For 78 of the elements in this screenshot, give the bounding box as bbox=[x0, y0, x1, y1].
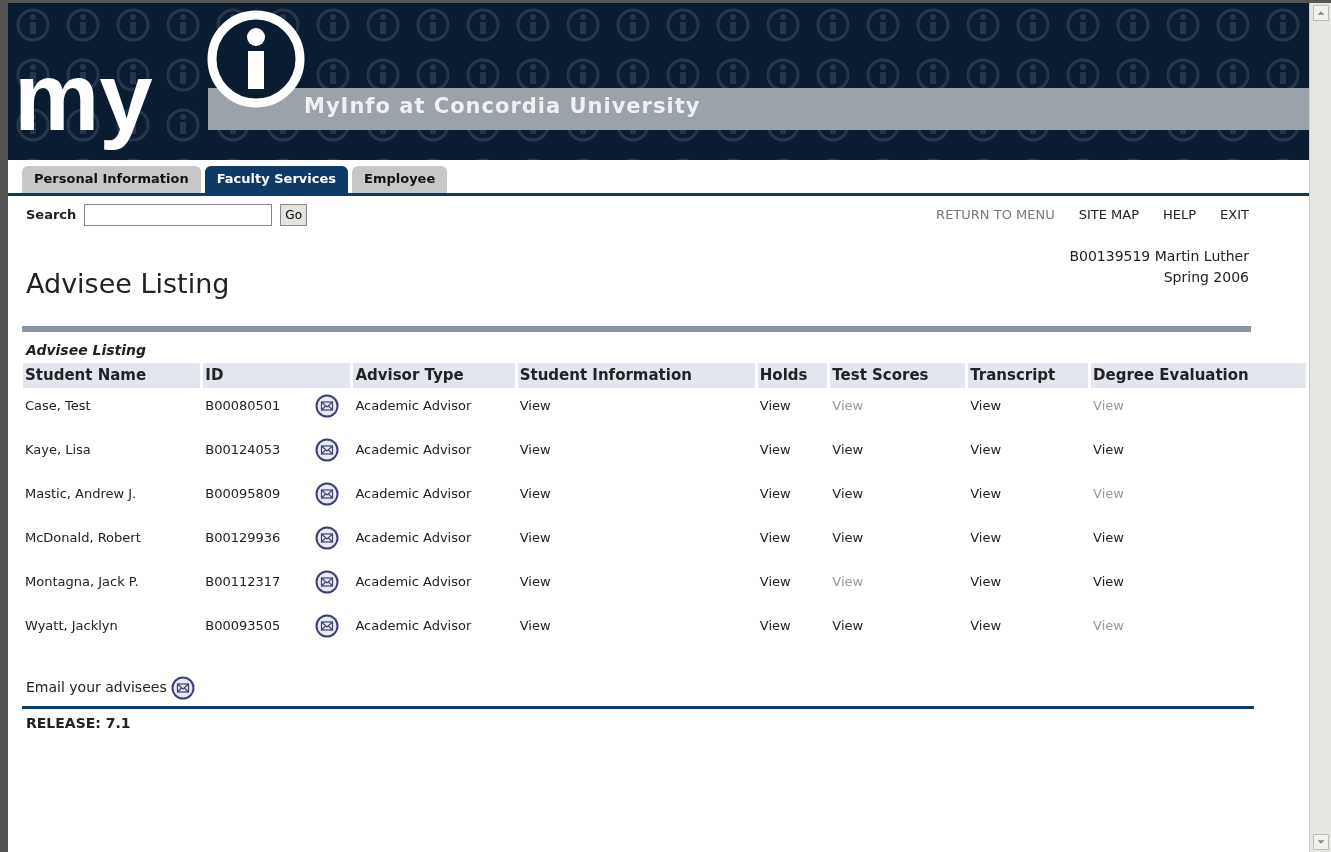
table-cell-text: Academic Advisor bbox=[354, 528, 473, 547]
view-link[interactable]: View bbox=[970, 573, 1002, 589]
table-cell-text: Academic Advisor bbox=[354, 440, 473, 459]
tab[interactable]: Personal Information bbox=[22, 166, 201, 193]
view-link[interactable]: View bbox=[519, 573, 551, 589]
view-link[interactable]: View bbox=[759, 573, 791, 589]
column-header: Student Name bbox=[23, 363, 201, 388]
view-link[interactable]: View bbox=[970, 485, 1002, 501]
tab[interactable]: Faculty Services bbox=[204, 166, 348, 193]
view-link[interactable]: View bbox=[1093, 529, 1124, 545]
view-link[interactable]: View bbox=[759, 529, 791, 545]
view-link[interactable]: View bbox=[970, 617, 1002, 633]
table-cell-text: McDonald, Robert bbox=[24, 528, 142, 547]
scroll-down-icon[interactable] bbox=[1312, 834, 1329, 850]
envelope-icon[interactable] bbox=[170, 675, 195, 700]
go-button[interactable]: Go bbox=[280, 203, 307, 226]
view-link[interactable]: View bbox=[519, 397, 551, 413]
table-cell-text: Academic Advisor bbox=[354, 616, 473, 635]
view-link[interactable]: View bbox=[970, 441, 1002, 457]
envelope-icon[interactable] bbox=[314, 613, 339, 638]
envelope-icon[interactable] bbox=[314, 525, 339, 550]
envelope-icon[interactable] bbox=[314, 393, 339, 418]
view-link[interactable]: View bbox=[519, 441, 551, 457]
view-link[interactable]: View bbox=[970, 529, 1002, 545]
search-label: Search bbox=[26, 205, 77, 224]
table-cell-text: B00129936 bbox=[204, 528, 282, 547]
view-link[interactable]: View bbox=[759, 485, 791, 501]
table-cell-text: Mastic, Andrew J. bbox=[24, 484, 138, 503]
site-title: MyInfo at Concordia University bbox=[304, 93, 701, 120]
column-header: Advisor Type bbox=[353, 363, 515, 388]
nav-link[interactable]: SITE MAP bbox=[1078, 204, 1139, 225]
column-header: Test Scores bbox=[830, 363, 966, 388]
view-link[interactable]: View bbox=[519, 485, 551, 501]
view-link[interactable]: View bbox=[832, 529, 864, 545]
nav-link[interactable]: EXIT bbox=[1220, 204, 1249, 225]
envelope-icon[interactable] bbox=[314, 481, 339, 506]
table-cell-text: Case, Test bbox=[24, 396, 92, 415]
view-link[interactable]: View bbox=[519, 529, 551, 545]
table-cell-text: B00124053 bbox=[204, 440, 282, 459]
table-cell-text: B00112317 bbox=[204, 572, 282, 591]
scrollbar[interactable] bbox=[1309, 3, 1331, 852]
table-cell-text: Wyatt, Jacklyn bbox=[24, 616, 119, 635]
view-link[interactable]: View bbox=[832, 485, 864, 501]
search-field[interactable] bbox=[84, 203, 273, 226]
table-cell-text: Montagna, Jack P. bbox=[24, 572, 140, 591]
table-cell-text: Academic Advisor bbox=[354, 396, 473, 415]
email-link[interactable]: Email your advisees bbox=[26, 677, 167, 698]
view-link[interactable]: View bbox=[759, 397, 791, 413]
view-link[interactable]: View bbox=[759, 441, 791, 457]
table-cell-text: Kaye, Lisa bbox=[24, 440, 92, 459]
table-cell-text: B00080501 bbox=[204, 396, 282, 415]
view-link[interactable]: View bbox=[519, 617, 551, 633]
column-header: Transcript bbox=[968, 363, 1089, 388]
view-link[interactable]: View bbox=[970, 397, 1002, 413]
nav-link[interactable]: HELP bbox=[1163, 204, 1197, 225]
view-link[interactable]: View bbox=[759, 617, 791, 633]
column-header: Holds bbox=[757, 363, 828, 388]
view-link[interactable]: View bbox=[1093, 573, 1124, 589]
table-cell-text: Academic Advisor bbox=[354, 572, 473, 591]
column-header: ID bbox=[203, 363, 351, 388]
release-label: RELEASE: 7.1 bbox=[25, 713, 132, 733]
view-link[interactable]: View bbox=[832, 441, 864, 457]
table-caption: Advisee Listing bbox=[24, 341, 148, 360]
envelope-icon[interactable] bbox=[314, 569, 339, 594]
table-cell-text: Academic Advisor bbox=[354, 484, 473, 503]
user-info: B00139519 Martin Luther bbox=[1069, 246, 1249, 266]
table-cell-text: B00095809 bbox=[204, 484, 282, 503]
logo-text: my bbox=[14, 42, 154, 152]
term-label: Spring 2006 bbox=[1162, 267, 1249, 287]
scroll-up-icon[interactable] bbox=[1312, 5, 1329, 21]
view-link[interactable]: View bbox=[832, 617, 864, 633]
column-header: Degree Evaluation bbox=[1091, 363, 1306, 388]
envelope-icon[interactable] bbox=[314, 437, 339, 462]
column-header: Student Information bbox=[517, 363, 755, 388]
page-title: Advisee Listing bbox=[26, 266, 230, 301]
table-cell-text: B00093505 bbox=[204, 616, 282, 635]
tab[interactable]: Employee bbox=[352, 166, 448, 193]
view-link[interactable]: View bbox=[1093, 441, 1124, 457]
